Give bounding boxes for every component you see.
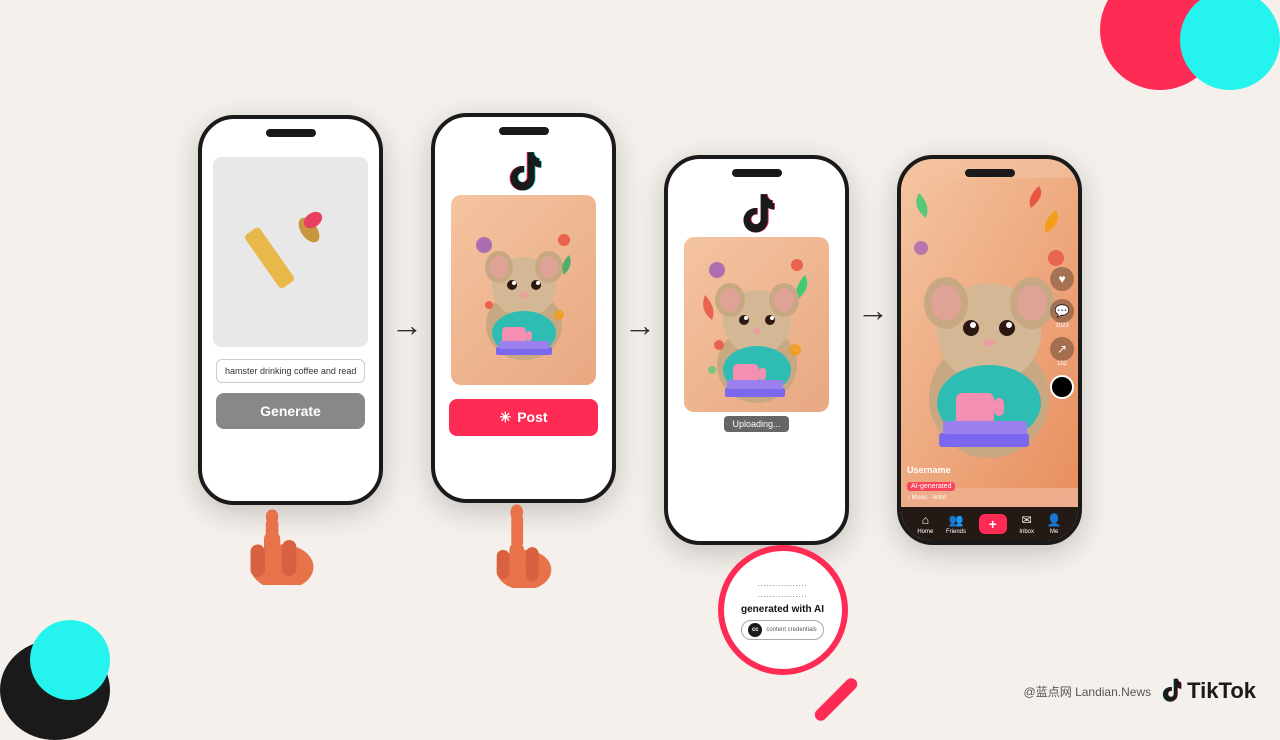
- phone4-music: ♪ Music · Artist: [907, 495, 955, 501]
- hamster-image-phone2: [451, 195, 596, 385]
- footer-credit: @蓝点网 Landian.News: [1024, 683, 1152, 700]
- generated-with-ai-text: generated with AI: [741, 603, 824, 616]
- phone2-notch: [499, 127, 549, 135]
- phone4-share-action[interactable]: ↗ 102: [1050, 337, 1074, 367]
- post-icon: ✳: [499, 409, 511, 426]
- magnifier-circle: ................. ................. gene…: [718, 545, 848, 675]
- phone4-content: ♥ 💬 1023 ↗ 102: [901, 159, 1078, 541]
- nav-me-label: Me: [1050, 529, 1058, 535]
- nav-friends-label: Friends: [946, 529, 966, 535]
- nav-friends[interactable]: 👥 Friends: [946, 513, 966, 535]
- hamster-illustration-phone3: [697, 240, 817, 410]
- phone4-main: ♥ 💬 1023 ↗ 102: [901, 159, 1078, 507]
- footer: @蓝点网 Landian.News TikTok: [1024, 678, 1256, 704]
- nav-me[interactable]: 👤 Me: [1047, 513, 1062, 535]
- content-credentials-text: content credentials: [766, 627, 816, 633]
- phone2: ✳ Post: [431, 113, 616, 503]
- phone3-wrapper: Uploading... ................. .........…: [664, 155, 849, 545]
- content-credentials-badge: cc content credentials: [741, 620, 823, 640]
- share-icon: ↗: [1050, 337, 1074, 361]
- hand1-icon: [221, 495, 361, 585]
- phone3: Uploading...: [664, 155, 849, 545]
- phone4-ai-tag: AI-generated: [907, 482, 955, 491]
- generate-button[interactable]: Generate: [216, 393, 365, 429]
- arrow1: →: [391, 307, 423, 394]
- phone4-like-action[interactable]: ♥: [1050, 267, 1074, 291]
- hand2-icon: [464, 488, 584, 588]
- hamster-illustration-phone2: [464, 215, 584, 365]
- arrow2: →: [624, 307, 656, 394]
- inbox-icon: ✉: [1022, 513, 1032, 527]
- magnifier-handle: [812, 676, 859, 723]
- like-icon: ♥: [1050, 267, 1074, 291]
- post-button[interactable]: ✳ Post: [449, 399, 598, 436]
- phone1-image-area: [213, 157, 368, 347]
- nav-create-button[interactable]: +: [979, 514, 1007, 534]
- tiktok-logo-phone3: [739, 193, 775, 233]
- phone1-content: Generate: [202, 119, 379, 501]
- magnifier-dots-2: .................: [757, 592, 807, 599]
- hamster-image-phone3: [684, 237, 829, 412]
- nav-inbox[interactable]: ✉ Inbox: [1019, 513, 1034, 535]
- tiktok-brand: TikTok: [1161, 678, 1256, 704]
- phone4-username: Username: [907, 465, 955, 475]
- blob-bottom-left-cyan: [30, 620, 110, 700]
- paintbrush-icon: [241, 202, 341, 302]
- phones-row: Generate →: [198, 113, 1082, 588]
- phone1-wrapper: Generate: [198, 115, 383, 585]
- tiktok-brand-icon: [1161, 678, 1183, 704]
- phone4: ♥ 💬 1023 ↗ 102: [897, 155, 1082, 545]
- home-icon: ⌂: [922, 513, 929, 527]
- magnifier: ................. ................. gene…: [718, 545, 848, 675]
- phone3-content: Uploading...: [668, 159, 845, 541]
- magnifier-container: ................. ................. gene…: [718, 545, 848, 675]
- avatar-record: [1050, 375, 1074, 399]
- tiktok-brand-text: TikTok: [1187, 678, 1256, 704]
- phone3-notch: [732, 169, 782, 177]
- phone4-wrapper: ♥ 💬 1023 ↗ 102: [897, 155, 1082, 545]
- phone2-wrapper: ✳ Post: [431, 113, 616, 588]
- tiktok-logo-phone2: [506, 151, 542, 191]
- phone2-content: ✳ Post: [435, 117, 612, 499]
- nav-home-label: Home: [917, 529, 933, 535]
- uploading-badge: Uploading...: [724, 416, 788, 432]
- phone4-notch: [965, 169, 1015, 177]
- phone1-notch: [266, 129, 316, 137]
- magnifier-dots-1: .................: [757, 581, 807, 588]
- arrow3: →: [857, 292, 889, 409]
- nav-home[interactable]: ⌂ Home: [917, 513, 933, 535]
- phone4-right-actions: ♥ 💬 1023 ↗ 102: [1050, 267, 1074, 399]
- comment-count: 1023: [1055, 323, 1068, 329]
- friends-icon: 👥: [949, 513, 964, 527]
- cc-logo: cc: [748, 623, 762, 637]
- main-container: Generate →: [0, 0, 1280, 720]
- nav-inbox-label: Inbox: [1019, 529, 1034, 535]
- comment-icon: 💬: [1050, 299, 1074, 323]
- phone4-comment-action[interactable]: 💬 1023: [1050, 299, 1074, 329]
- phone1: Generate: [198, 115, 383, 505]
- phone4-user-info: Username AI-generated ♪ Music · Artist: [907, 465, 955, 501]
- share-count: 102: [1057, 361, 1067, 367]
- me-icon: 👤: [1047, 513, 1062, 527]
- blob-top-right-cyan: [1180, 0, 1280, 90]
- ai-prompt-input[interactable]: [216, 359, 365, 383]
- phone4-bottom-bar: ⌂ Home 👥 Friends + ✉ Inbox: [901, 507, 1078, 541]
